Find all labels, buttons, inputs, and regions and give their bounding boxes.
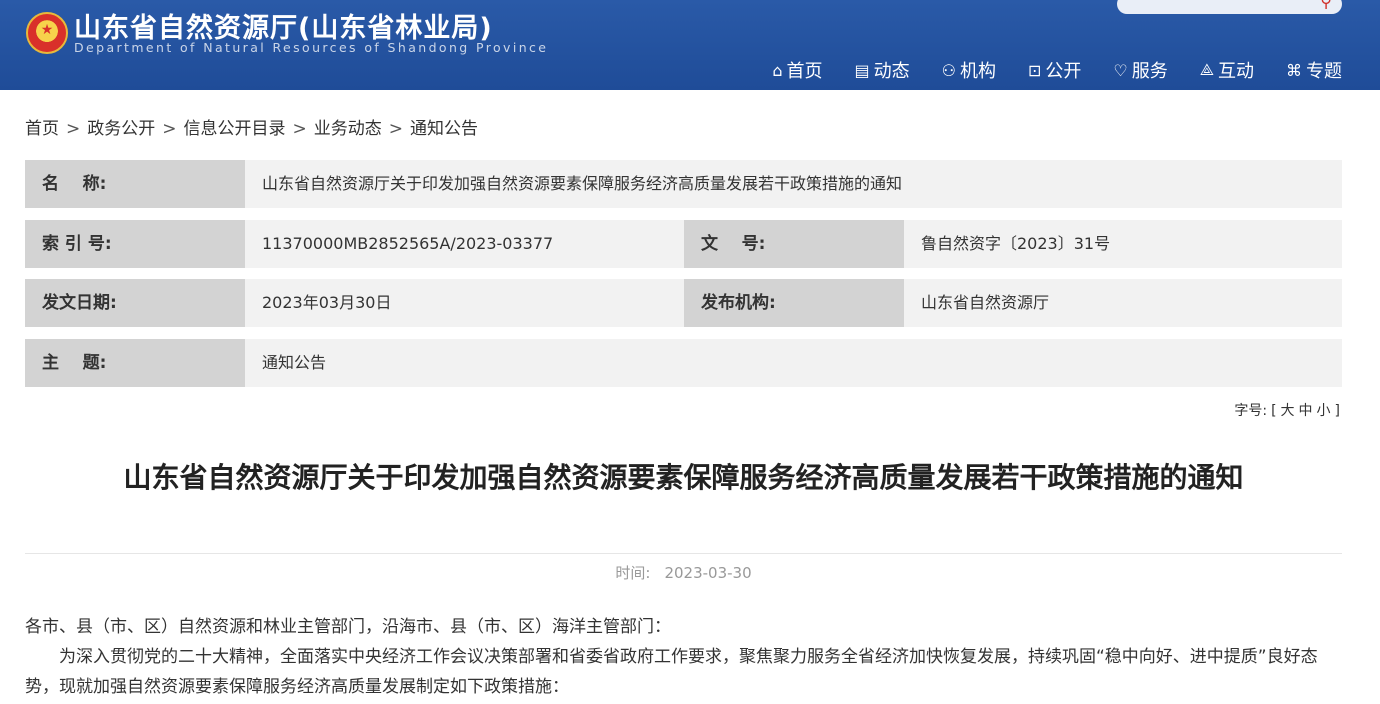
- search-input[interactable]: ⚲: [1117, 0, 1342, 14]
- meta-value-topic: 通知公告: [245, 339, 1342, 387]
- nav-item-public[interactable]: ⊡ 公开: [1028, 57, 1081, 83]
- breadcrumb: 首页 > 政务公开 > 信息公开目录 > 业务动态 > 通知公告: [25, 114, 478, 139]
- publish-time: 时间: 2023-03-30: [25, 562, 1342, 583]
- breadcrumb-notices[interactable]: 通知公告: [410, 114, 478, 139]
- meta-value-index: 11370000MB2852565A/2023-03377: [245, 220, 684, 268]
- breadcrumb-separator: >: [66, 119, 81, 139]
- article-title: 山东省自然资源厅关于印发加强自然资源要素保障服务经济高质量发展若干政策措施的通知: [123, 461, 1244, 494]
- meta-row-date: 发文日期: 2023年03月30日 发布机构: 山东省自然资源厅: [25, 279, 1342, 327]
- meta-row-topic: 主 题: 通知公告: [25, 339, 1342, 387]
- interact-icon: ⟁: [1199, 60, 1214, 79]
- nav-label: 专题: [1306, 61, 1342, 82]
- heart-icon: ♡: [1113, 60, 1128, 80]
- emblem-logo[interactable]: ★: [26, 12, 68, 54]
- font-size-large[interactable]: 大: [1281, 403, 1295, 419]
- article-paragraph: 各市、县（市、区）自然资源和林业主管部门，沿海市、县（市、区）海洋主管部门：: [25, 617, 671, 637]
- meta-value-docno: 鲁自然资字〔2023〕31号: [904, 220, 1342, 268]
- org-icon: ⚇: [941, 60, 956, 80]
- home-icon: ⌂: [772, 60, 783, 80]
- bracket-close: ]: [1334, 403, 1340, 419]
- search-icon[interactable]: ⚲: [1320, 0, 1332, 11]
- breadcrumb-separator: >: [162, 119, 177, 139]
- site-header: ★ 山东省自然资源厅(山东省林业局) Department of Natural…: [0, 0, 1380, 90]
- font-size-medium[interactable]: 中: [1299, 403, 1313, 419]
- nav-item-home[interactable]: ⌂ 首页: [772, 57, 822, 83]
- time-label: 时间:: [615, 564, 651, 582]
- main-nav: ⌂ 首页 ▤ 动态 ⚇ 机构 ⊡ 公开 ♡ 服务 ⟁ 互动 ⌘ 专题: [740, 57, 1342, 83]
- divider: [25, 553, 1342, 554]
- nav-label: 动态: [873, 61, 910, 82]
- nav-label: 服务: [1131, 61, 1168, 82]
- nav-item-interact[interactable]: ⟁ 互动: [1200, 57, 1254, 83]
- nav-item-org[interactable]: ⚇ 机构: [942, 57, 996, 83]
- breadcrumb-business[interactable]: 业务动态: [314, 114, 382, 139]
- nav-item-topic[interactable]: ⌘ 专题: [1286, 57, 1342, 83]
- meta-label-date: 发文日期:: [25, 279, 245, 327]
- meta-row-index: 索 引 号: 11370000MB2852565A/2023-03377 文 号…: [25, 220, 1342, 268]
- lock-icon: ⊡: [1027, 60, 1042, 80]
- grid-icon: ⌘: [1286, 60, 1302, 80]
- meta-label-name: 名 称:: [25, 160, 245, 208]
- breadcrumb-separator: >: [388, 119, 403, 139]
- article-body: 各市、县（市、区）自然资源和林业主管部门，沿海市、县（市、区）海洋主管部门： 为…: [25, 612, 1342, 702]
- nav-label: 公开: [1045, 61, 1082, 82]
- nav-item-news[interactable]: ▤ 动态: [855, 57, 910, 83]
- meta-value-org: 山东省自然资源厅: [904, 279, 1342, 327]
- article-paragraph: 为深入贯彻党的二十大精神，全面落实中央经济工作会议决策部署和省委省政府工作要求，…: [25, 647, 1318, 697]
- font-size-switcher: 字号:[大中小]: [1232, 400, 1342, 420]
- meta-value-date: 2023年03月30日: [245, 279, 684, 327]
- breadcrumb-home[interactable]: 首页: [25, 114, 59, 139]
- meta-row-name: 名 称: 山东省自然资源厅关于印发加强自然资源要素保障服务经济高质量发展若干政策…: [25, 160, 1342, 208]
- meta-label-docno: 文 号:: [684, 220, 904, 268]
- breadcrumb-catalog[interactable]: 信息公开目录: [184, 114, 286, 139]
- meta-label-topic: 主 题:: [25, 339, 245, 387]
- nav-label: 机构: [959, 61, 996, 82]
- breadcrumb-separator: >: [292, 119, 307, 139]
- bracket-open: [: [1271, 403, 1277, 419]
- nav-label: 首页: [786, 61, 823, 82]
- nav-label: 互动: [1218, 61, 1254, 82]
- site-subtitle: Department of Natural Resources of Shand…: [74, 40, 549, 55]
- breadcrumb-gov-affairs[interactable]: 政务公开: [87, 114, 155, 139]
- news-icon: ▤: [854, 60, 870, 80]
- nav-item-service[interactable]: ♡ 服务: [1113, 57, 1167, 83]
- meta-label-org: 发布机构:: [684, 279, 904, 327]
- font-size-label: 字号:: [1234, 403, 1268, 419]
- font-size-small[interactable]: 小: [1317, 403, 1331, 419]
- time-value: 2023-03-30: [664, 564, 752, 582]
- meta-label-index: 索 引 号:: [25, 220, 245, 268]
- meta-value-name: 山东省自然资源厅关于印发加强自然资源要素保障服务经济高质量发展若干政策措施的通知: [245, 160, 1342, 208]
